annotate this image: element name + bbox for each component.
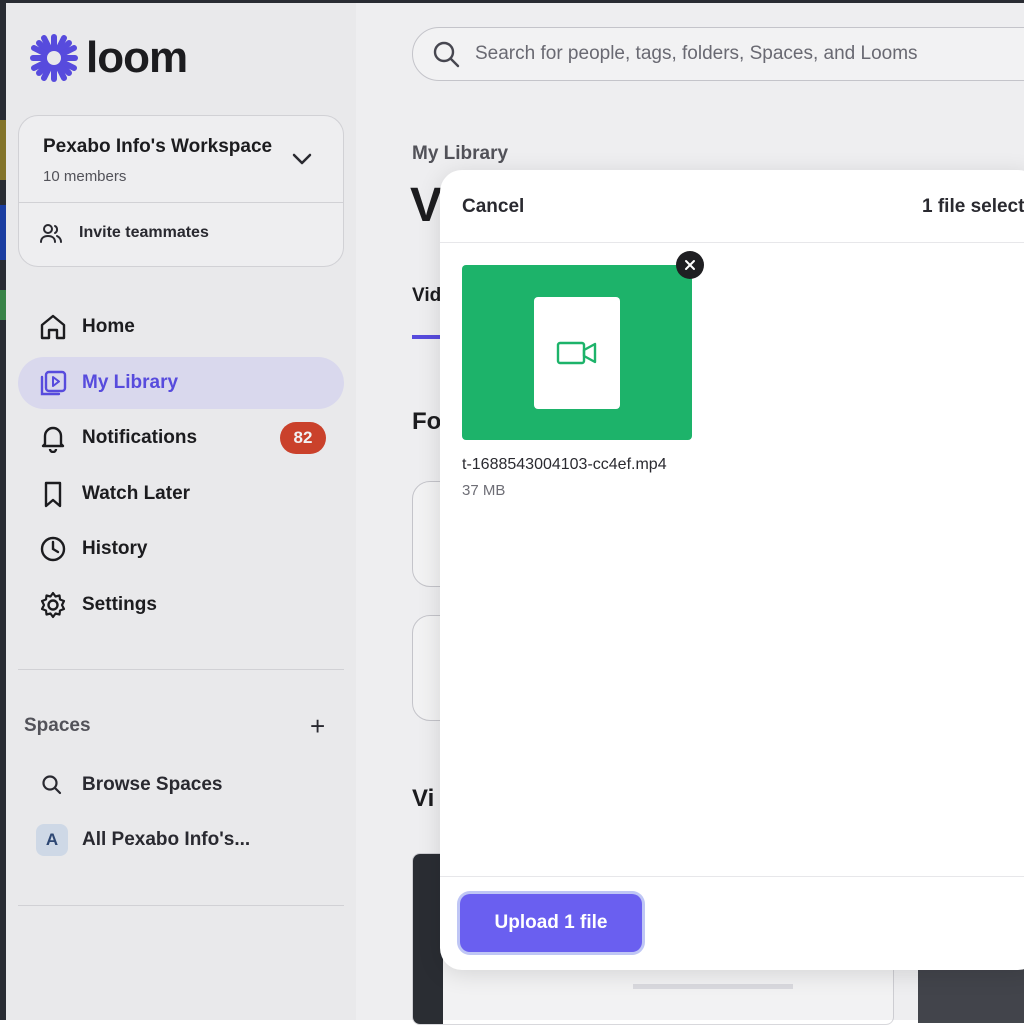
cancel-button[interactable]: Cancel — [462, 196, 524, 218]
workspace-members: 10 members — [43, 168, 127, 185]
sidebar-item-settings[interactable]: Settings — [18, 579, 344, 631]
file-thumbnail — [462, 251, 704, 440]
video-thumbnail[interactable] — [918, 963, 1024, 1023]
search-bar[interactable]: Search for people, tags, folders, Spaces… — [412, 27, 1024, 81]
sidebar-divider — [18, 669, 344, 670]
sidebar-item-watch-later[interactable]: Watch Later — [18, 468, 344, 520]
file-card: t-1688543004103-cc4ef.mp4 37 MB — [462, 251, 704, 499]
sidebar-item-label: History — [82, 538, 148, 559]
sidebar-item-notifications[interactable]: Notifications 82 — [18, 412, 344, 464]
home-icon — [36, 310, 70, 344]
video-camera-icon — [556, 341, 597, 365]
page-title: V — [410, 179, 443, 232]
upload-button[interactable]: Upload 1 file — [460, 894, 642, 952]
space-avatar: A — [36, 824, 68, 856]
file-size: 37 MB — [462, 482, 506, 499]
workspace-name: Pexabo Info's Workspace — [43, 136, 273, 157]
loom-logo[interactable]: loom — [30, 33, 188, 83]
users-icon — [40, 224, 62, 243]
browse-spaces-label: Browse Spaces — [82, 774, 223, 795]
sidebar: loom Pexabo Info's Workspace 10 members … — [6, 3, 356, 1020]
search-placeholder: Search for people, tags, folders, Spaces… — [475, 43, 918, 64]
logo-text: loom — [86, 33, 188, 82]
workspace-divider — [19, 202, 343, 203]
browse-spaces-item[interactable]: Browse Spaces — [36, 769, 222, 801]
invite-teammates-button[interactable]: Invite teammates — [39, 222, 209, 244]
sidebar-item-label: Home — [82, 316, 135, 337]
upload-modal: Cancel 1 file select t-1688543004103-cc4… — [440, 170, 1024, 970]
notifications-count-badge: 82 — [280, 422, 326, 454]
chevron-down-icon[interactable] — [291, 152, 313, 171]
files-selected-count: 1 file select — [922, 196, 1024, 217]
sidebar-item-label: Watch Later — [82, 483, 191, 504]
search-icon — [433, 41, 460, 68]
clock-icon — [36, 532, 70, 566]
tab-videos[interactable]: Vid — [412, 285, 441, 307]
close-icon — [685, 260, 695, 270]
sidebar-item-home[interactable]: Home — [18, 301, 344, 353]
sidebar-item-my-library[interactable]: My Library — [18, 357, 344, 409]
modal-footer-divider — [440, 876, 1024, 877]
spaces-header: Spaces — [24, 715, 91, 736]
file-name: t-1688543004103-cc4ef.mp4 — [462, 456, 667, 473]
sidebar-divider — [18, 905, 344, 906]
add-space-button[interactable]: + — [310, 713, 325, 739]
sidebar-item-label: Settings — [82, 594, 157, 615]
sidebar-item-history[interactable]: History — [18, 523, 344, 575]
modal-header: Cancel 1 file select — [440, 170, 1024, 243]
folders-heading: Fo — [412, 408, 442, 435]
bell-icon — [36, 421, 70, 455]
bookmark-icon — [36, 477, 70, 511]
videos-heading: Vi — [412, 785, 435, 812]
breadcrumb[interactable]: My Library — [412, 143, 508, 165]
file-page — [534, 297, 620, 409]
workspace-card[interactable]: Pexabo Info's Workspace 10 members Invit… — [18, 115, 344, 267]
library-icon — [36, 366, 70, 400]
sidebar-item-label: Notifications — [82, 427, 198, 448]
space-item-all-pexabo[interactable]: A All Pexabo Info's... — [36, 824, 250, 856]
space-label: All Pexabo Info's... — [82, 829, 251, 850]
sidebar-item-label: My Library — [82, 372, 179, 393]
loom-burst-icon — [30, 34, 78, 82]
invite-label: Invite teammates — [79, 224, 209, 241]
search-icon — [42, 775, 62, 795]
gear-icon — [36, 588, 70, 622]
remove-file-button[interactable] — [676, 251, 704, 279]
